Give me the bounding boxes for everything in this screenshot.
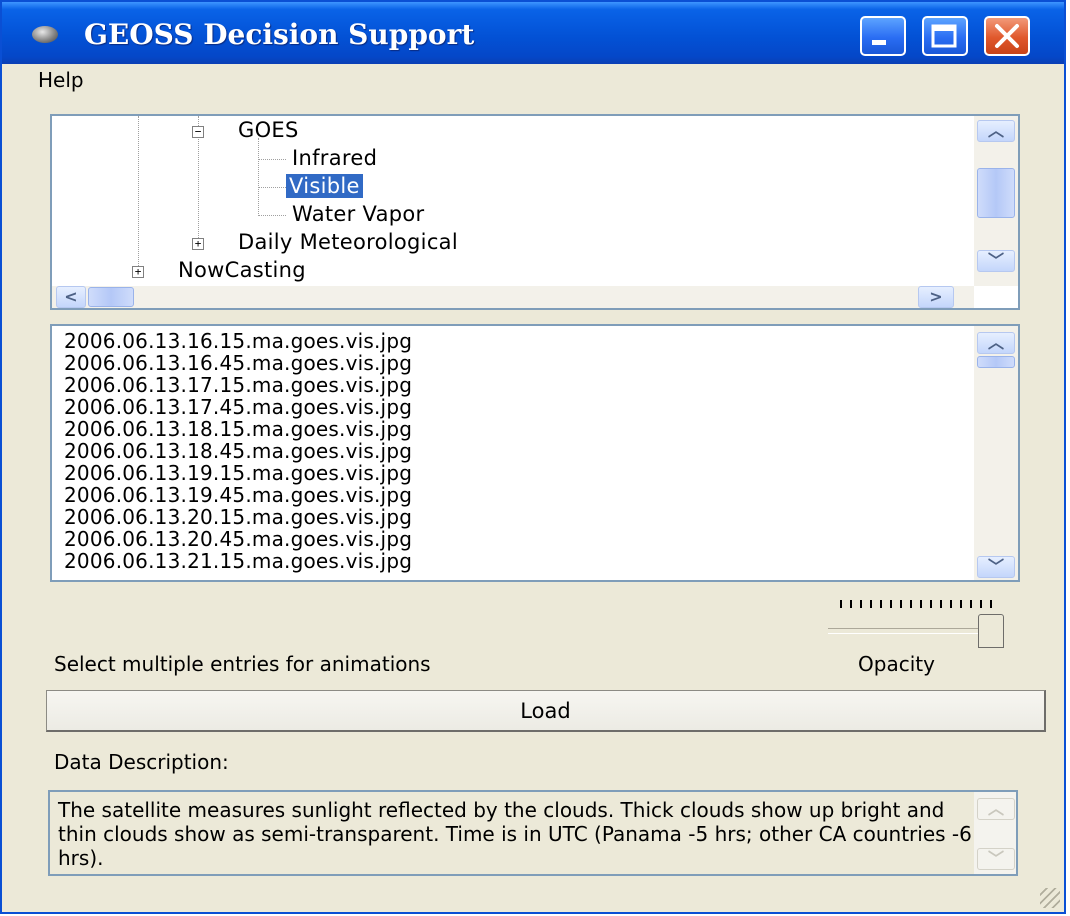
resize-grip-icon[interactable] bbox=[1040, 888, 1060, 908]
minimize-icon bbox=[872, 40, 886, 45]
animation-hint: Select multiple entries for animations bbox=[54, 652, 431, 676]
opacity-label: Opacity bbox=[858, 652, 935, 676]
maximize-icon bbox=[931, 24, 957, 48]
list-item[interactable]: 2006.06.13.18.45.ma.goes.vis.jpg bbox=[64, 440, 412, 462]
scroll-right-button[interactable]: > bbox=[918, 286, 954, 308]
scroll-up-button[interactable]: ︿ bbox=[977, 332, 1015, 354]
list-item[interactable]: 2006.06.13.20.45.ma.goes.vis.jpg bbox=[64, 528, 412, 550]
list-item[interactable]: 2006.06.13.17.15.ma.goes.vis.jpg bbox=[64, 374, 412, 396]
tree-guide-line bbox=[138, 116, 139, 276]
list-item[interactable]: 2006.06.13.19.15.ma.goes.vis.jpg bbox=[64, 462, 412, 484]
tree-horizontal-scrollbar[interactable]: < > bbox=[52, 286, 974, 308]
scroll-down-button[interactable]: ﹀ bbox=[977, 848, 1015, 870]
scroll-up-button[interactable]: ︿ bbox=[977, 120, 1015, 142]
app-window: GEOSS Decision Support Help − GOES Infra… bbox=[0, 0, 1066, 914]
load-button[interactable]: Load bbox=[46, 690, 1046, 732]
expand-icon[interactable]: + bbox=[192, 238, 204, 250]
list-item[interactable]: 2006.06.13.16.15.ma.goes.vis.jpg bbox=[64, 330, 412, 352]
list-vertical-scrollbar[interactable]: ︿ ﹀ bbox=[974, 326, 1018, 580]
scroll-left-button[interactable]: < bbox=[56, 286, 86, 308]
scroll-thumb[interactable] bbox=[88, 287, 134, 307]
maximize-button[interactable] bbox=[922, 16, 968, 56]
tree-node-visible[interactable]: Visible bbox=[286, 174, 363, 198]
list-item[interactable]: 2006.06.13.20.15.ma.goes.vis.jpg bbox=[64, 506, 412, 528]
close-button[interactable] bbox=[984, 16, 1030, 56]
tree-guide-line bbox=[258, 159, 286, 160]
scroll-down-button[interactable]: ﹀ bbox=[977, 556, 1015, 578]
opacity-slider-handle[interactable] bbox=[978, 614, 1004, 648]
minimize-button[interactable] bbox=[860, 16, 906, 56]
scroll-thumb[interactable] bbox=[977, 356, 1015, 368]
close-icon bbox=[995, 24, 1019, 48]
tree-node-infrared[interactable]: Infrared bbox=[292, 146, 377, 170]
tree-guide-line bbox=[258, 138, 259, 216]
data-description-label: Data Description: bbox=[54, 750, 229, 774]
scroll-up-button[interactable]: ︿ bbox=[977, 798, 1015, 820]
tree-node-water-vapor[interactable]: Water Vapor bbox=[292, 202, 424, 226]
category-tree[interactable]: − GOES Infrared Visible Water Vapor + Da… bbox=[50, 114, 1020, 310]
expand-icon[interactable]: + bbox=[132, 266, 144, 278]
menu-help[interactable]: Help bbox=[38, 68, 84, 92]
title-bar[interactable]: GEOSS Decision Support bbox=[2, 2, 1064, 64]
app-icon bbox=[32, 26, 58, 43]
tree-node-goes[interactable]: GOES bbox=[238, 118, 299, 142]
list-item[interactable]: 2006.06.13.21.15.ma.goes.vis.jpg bbox=[64, 550, 412, 572]
description-vertical-scrollbar[interactable]: ︿ ﹀ bbox=[974, 792, 1016, 874]
file-list[interactable]: 2006.06.13.16.15.ma.goes.vis.jpg 2006.06… bbox=[50, 324, 1020, 582]
data-description-text: The satellite measures sunlight reflecte… bbox=[58, 798, 972, 870]
opacity-slider-ticks bbox=[840, 600, 992, 608]
scroll-thumb[interactable] bbox=[977, 168, 1015, 218]
list-item[interactable]: 2006.06.13.18.15.ma.goes.vis.jpg bbox=[64, 418, 412, 440]
tree-guide-line bbox=[258, 215, 286, 216]
scroll-down-button[interactable]: ﹀ bbox=[977, 250, 1015, 272]
tree-node-daily-meteorological[interactable]: Daily Meteorological bbox=[238, 230, 458, 254]
list-item[interactable]: 2006.06.13.17.45.ma.goes.vis.jpg bbox=[64, 396, 412, 418]
window-title: GEOSS Decision Support bbox=[84, 18, 475, 51]
list-item[interactable]: 2006.06.13.19.45.ma.goes.vis.jpg bbox=[64, 484, 412, 506]
collapse-icon[interactable]: − bbox=[192, 126, 204, 138]
tree-node-nowcasting[interactable]: NowCasting bbox=[178, 258, 306, 282]
list-item[interactable]: 2006.06.13.16.45.ma.goes.vis.jpg bbox=[64, 352, 412, 374]
data-description-box: The satellite measures sunlight reflecte… bbox=[48, 790, 1018, 876]
tree-guide-line bbox=[258, 187, 286, 188]
file-list-items: 2006.06.13.16.15.ma.goes.vis.jpg 2006.06… bbox=[64, 330, 412, 572]
tree-vertical-scrollbar[interactable]: ︿ ﹀ bbox=[974, 116, 1018, 286]
menu-bar: Help bbox=[2, 64, 1064, 94]
